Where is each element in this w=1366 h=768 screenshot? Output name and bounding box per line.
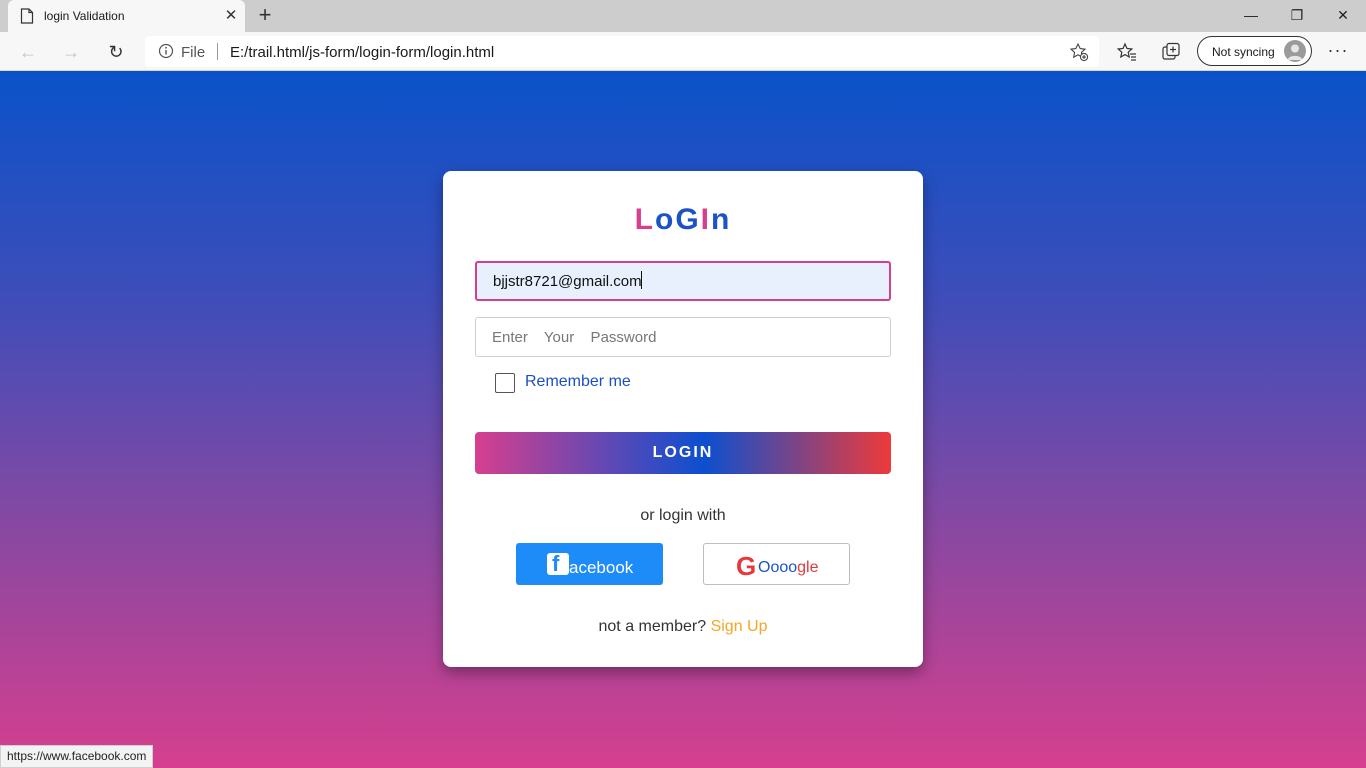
google-label: Oooogle [758,559,819,577]
remember-me-checkbox[interactable] [495,373,515,393]
tab-close-icon[interactable]: ✕ [222,7,240,25]
page-background: LoGIn Remember me LOGIN or login with f … [0,71,1366,768]
email-input[interactable] [475,261,891,301]
back-button[interactable]: ← [14,38,42,66]
login-title: LoGIn [443,203,923,237]
title-letter: L [634,203,655,236]
facebook-label: acebook [569,558,634,577]
sign-up-link[interactable]: Sign Up [711,618,768,635]
tab-title: login Validation [44,9,125,23]
title-letter: n [711,203,732,236]
maximize-button[interactable]: ❐ [1274,0,1320,30]
google-login-button[interactable]: G Oooogle [703,543,850,585]
signup-prompt: not a member? Sign Up [443,618,923,636]
title-letter: I [700,203,711,236]
browser-toolbar: ← → ↻ File E:/trail.html/js-form/login-f… [0,32,1366,71]
title-letter: o [654,203,676,236]
google-label-part2: gle [797,559,819,576]
forward-button[interactable]: → [57,38,85,66]
file-label: File [181,44,206,61]
profile-label: Not syncing [1212,45,1275,59]
password-input[interactable] [475,317,891,357]
browser-tab[interactable]: login Validation ✕ [8,0,245,32]
minimize-button[interactable]: — [1228,0,1274,30]
login-button[interactable]: LOGIN [475,432,891,474]
facebook-login-button[interactable]: f acebook [516,543,663,585]
facebook-icon: f [547,551,569,576]
avatar [1284,40,1306,62]
collections-icon[interactable] [1160,41,1182,63]
add-favorite-icon[interactable] [1069,42,1089,62]
facebook-logo-letter: f [552,551,560,576]
url-text[interactable]: E:/trail.html/js-form/login-form/login.h… [230,44,494,61]
google-icon: G [736,551,757,581]
reload-button[interactable]: ↻ [102,38,130,66]
avatar-icon [1287,44,1303,60]
member-text: not a member? [598,618,707,635]
text-caret [641,271,642,289]
status-bar-url: https://www.facebook.com [0,745,154,768]
title-letter: G [675,203,701,236]
login-card: LoGIn Remember me LOGIN or login with f … [443,171,923,667]
or-login-with-text: or login with [640,507,726,524]
google-label-part1: Oooo [758,559,798,576]
info-icon[interactable] [158,43,174,59]
remember-me-label[interactable]: Remember me [525,373,631,391]
address-bar[interactable]: File E:/trail.html/js-form/login-form/lo… [145,36,1099,67]
new-tab-button[interactable]: + [254,4,276,27]
profile-button[interactable]: Not syncing [1197,36,1312,66]
favorites-icon[interactable] [1116,41,1138,63]
tab-bar: login Validation ✕ + — ❐ ✕ [0,0,1366,32]
page-icon [20,8,34,24]
more-options-button[interactable]: ··· [1326,38,1350,66]
address-separator [217,43,218,60]
close-window-button[interactable]: ✕ [1320,0,1366,30]
